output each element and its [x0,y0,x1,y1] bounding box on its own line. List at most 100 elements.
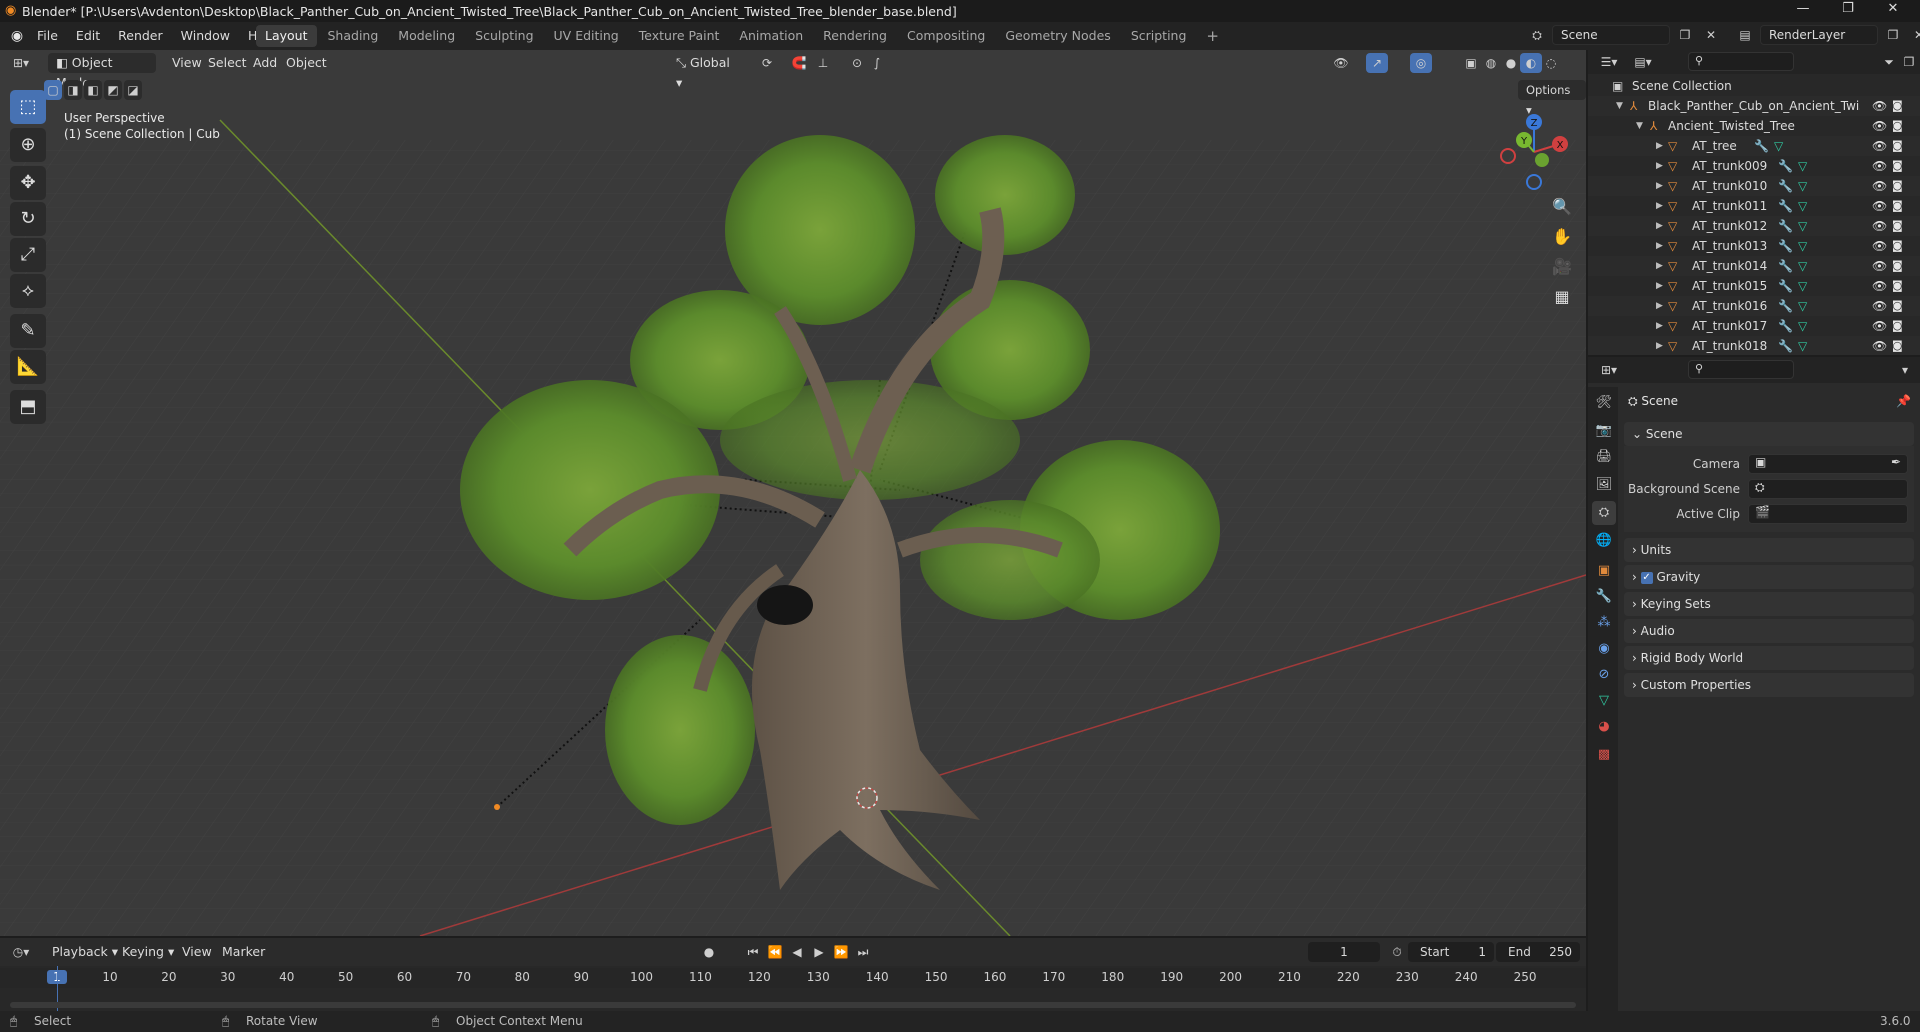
outliner-row-object[interactable]: ▶ ▽ AT_trunk010 🔧 ▽ 👁 ◙ [1588,176,1920,196]
mesh-data-icon[interactable]: ▽ [1798,196,1807,216]
menu-file[interactable]: File [28,25,67,47]
mesh-data-icon[interactable]: ▽ [1798,156,1807,176]
delete-scene-icon[interactable]: ✕ [1700,25,1722,45]
constraints-tab-icon[interactable]: ⊘ [1592,663,1616,687]
visibility-eye-icon[interactable]: 👁 [1872,336,1887,355]
outliner-row-scene-collection[interactable]: ▣ Scene Collection [1588,76,1920,96]
gravity-panel-header[interactable]: › ✓ Gravity [1624,565,1914,589]
end-frame-field[interactable]: End 250 [1496,942,1580,962]
modifier-wrench-icon[interactable]: 🔧 [1778,236,1793,256]
mesh-data-icon[interactable]: ▽ [1774,136,1783,156]
visibility-eye-icon[interactable]: 👁 [1872,196,1887,216]
mesh-data-icon[interactable]: ▽ [1798,316,1807,336]
snap-icon[interactable]: 🧲 [788,53,810,73]
visibility-eye-icon[interactable]: 👁 [1872,276,1887,296]
timeline-editor-type-icon[interactable]: ◷▾ [10,942,32,962]
blender-menu-icon[interactable]: ◉ [6,28,28,44]
tab-texture-paint[interactable]: Texture Paint [630,25,729,47]
tab-uv-editing[interactable]: UV Editing [545,25,628,47]
outliner-row-object[interactable]: ▶ ▽ AT_trunk016 🔧 ▽ 👁 ◙ [1588,296,1920,316]
select-subtract-icon[interactable]: ◧ [84,80,102,100]
modifier-wrench-icon[interactable]: 🔧 [1778,316,1793,336]
timeline-scrollbar[interactable] [10,1002,1576,1008]
record-keyframe-icon[interactable]: ● [698,942,720,962]
render-camera-icon[interactable]: ◙ [1892,276,1903,296]
view-layer-tab-icon[interactable]: 🖼 [1592,473,1616,497]
modifier-wrench-icon[interactable]: 🔧 [1778,176,1793,196]
modifier-wrench-icon[interactable]: 🔧 [1778,296,1793,316]
select-invert-icon[interactable]: ◩ [104,80,122,100]
tab-shading[interactable]: Shading [319,25,388,47]
expand-arrow-icon[interactable]: ▶ [1656,236,1663,256]
modifier-tab-icon[interactable]: 🔧 [1592,585,1616,609]
scene-panel-header[interactable]: ⌄ Scene [1624,422,1914,446]
tool-tab-icon[interactable]: 🛠 [1592,391,1616,415]
scene-name-field[interactable]: Scene [1552,25,1670,45]
expand-arrow-icon[interactable]: ▶ [1656,336,1663,355]
visibility-icon[interactable]: 👁 [1330,53,1352,73]
expand-arrow-icon[interactable]: ▼ [1636,116,1643,136]
play-icon[interactable]: ▶ [808,942,830,962]
add-workspace-button[interactable]: + [1197,25,1228,47]
active-clip-field[interactable]: 🎬 [1748,504,1908,524]
prev-keyframe-icon[interactable]: ⏪ [764,942,786,962]
render-camera-icon[interactable]: ◙ [1892,136,1903,156]
jump-end-icon[interactable]: ⏭ [852,942,874,962]
next-keyframe-icon[interactable]: ⏩ [830,942,852,962]
visibility-eye-icon[interactable]: 👁 [1872,136,1887,156]
units-panel-header[interactable]: › Units [1624,538,1914,562]
add-cube-tool-icon[interactable]: ⬒ [10,390,46,424]
editor-type-icon[interactable]: ⊞▾ [10,53,32,73]
transform-tool-icon[interactable]: ⟡ [10,274,46,308]
background-scene-field[interactable]: ⛭ [1748,479,1908,499]
pivot-point-icon[interactable]: ⟳ [756,53,778,73]
menu-keying[interactable]: Keying ▾ [114,942,182,962]
render-camera-icon[interactable]: ◙ [1892,96,1903,116]
options-dropdown[interactable]: Options ▾ [1518,80,1586,117]
visibility-eye-icon[interactable]: 👁 [1872,156,1887,176]
render-camera-icon[interactable]: ◙ [1892,216,1903,236]
outliner-row-object[interactable]: ▶ ▽ AT_trunk018 🔧 ▽ 👁 ◙ [1588,336,1920,355]
camera-view-icon[interactable]: 🎥 [1548,253,1576,281]
mesh-data-icon[interactable]: ▽ [1798,336,1807,355]
select-extend-icon[interactable]: ◨ [64,80,82,100]
audio-panel-header[interactable]: › Audio [1624,619,1914,643]
mesh-data-icon[interactable]: ▽ [1798,176,1807,196]
visibility-eye-icon[interactable]: 👁 [1872,316,1887,336]
object-tab-icon[interactable]: ▣ [1592,559,1616,583]
modifier-wrench-icon[interactable]: 🔧 [1754,136,1769,156]
particles-tab-icon[interactable]: ⁂ [1592,611,1616,635]
expand-arrow-icon[interactable]: ▶ [1656,216,1663,236]
expand-arrow-icon[interactable]: ▶ [1656,196,1663,216]
scene-selector-icon[interactable]: ⛭ [1526,25,1548,45]
current-frame-field[interactable]: 1 [1308,942,1380,962]
render-camera-icon[interactable]: ◙ [1892,176,1903,196]
render-camera-icon[interactable]: ◙ [1892,296,1903,316]
gizmo-toggle-icon[interactable]: ↗ [1366,53,1388,73]
wireframe-shading-icon[interactable]: ◍ [1480,53,1502,73]
close-button[interactable]: ✕ [1873,1,1913,21]
start-frame-field[interactable]: Start 1 [1408,942,1494,962]
render-camera-icon[interactable]: ◙ [1892,196,1903,216]
mesh-data-icon[interactable]: ▽ [1798,296,1807,316]
view-layer-icon[interactable]: ▤ [1734,25,1756,45]
modifier-wrench-icon[interactable]: 🔧 [1778,276,1793,296]
visibility-eye-icon[interactable]: 👁 [1872,116,1887,136]
tab-layout[interactable]: Layout [256,25,317,47]
mesh-data-icon[interactable]: ▽ [1798,236,1807,256]
rotate-tool-icon[interactable]: ↻ [10,202,46,236]
visibility-eye-icon[interactable]: 👁 [1872,176,1887,196]
tab-animation[interactable]: Animation [730,25,812,47]
menu-render[interactable]: Render [109,25,172,47]
annotate-tool-icon[interactable]: ✎ [10,314,46,348]
delete-view-layer-icon[interactable]: ✕ [1908,25,1920,45]
select-box-tool-icon[interactable]: ⬚ [10,90,46,124]
menu-object[interactable]: Object [278,53,335,73]
falloff-icon[interactable]: ∫ [866,53,888,73]
select-new-icon[interactable]: ▢ [44,80,62,100]
maximize-button[interactable]: ❐ [1828,1,1868,21]
expand-arrow-icon[interactable]: ▶ [1656,136,1663,156]
view-layer-field[interactable]: RenderLayer [1760,25,1878,45]
properties-editor-type-icon[interactable]: ⊞▾ [1598,360,1620,380]
expand-arrow-icon[interactable]: ▶ [1656,276,1663,296]
